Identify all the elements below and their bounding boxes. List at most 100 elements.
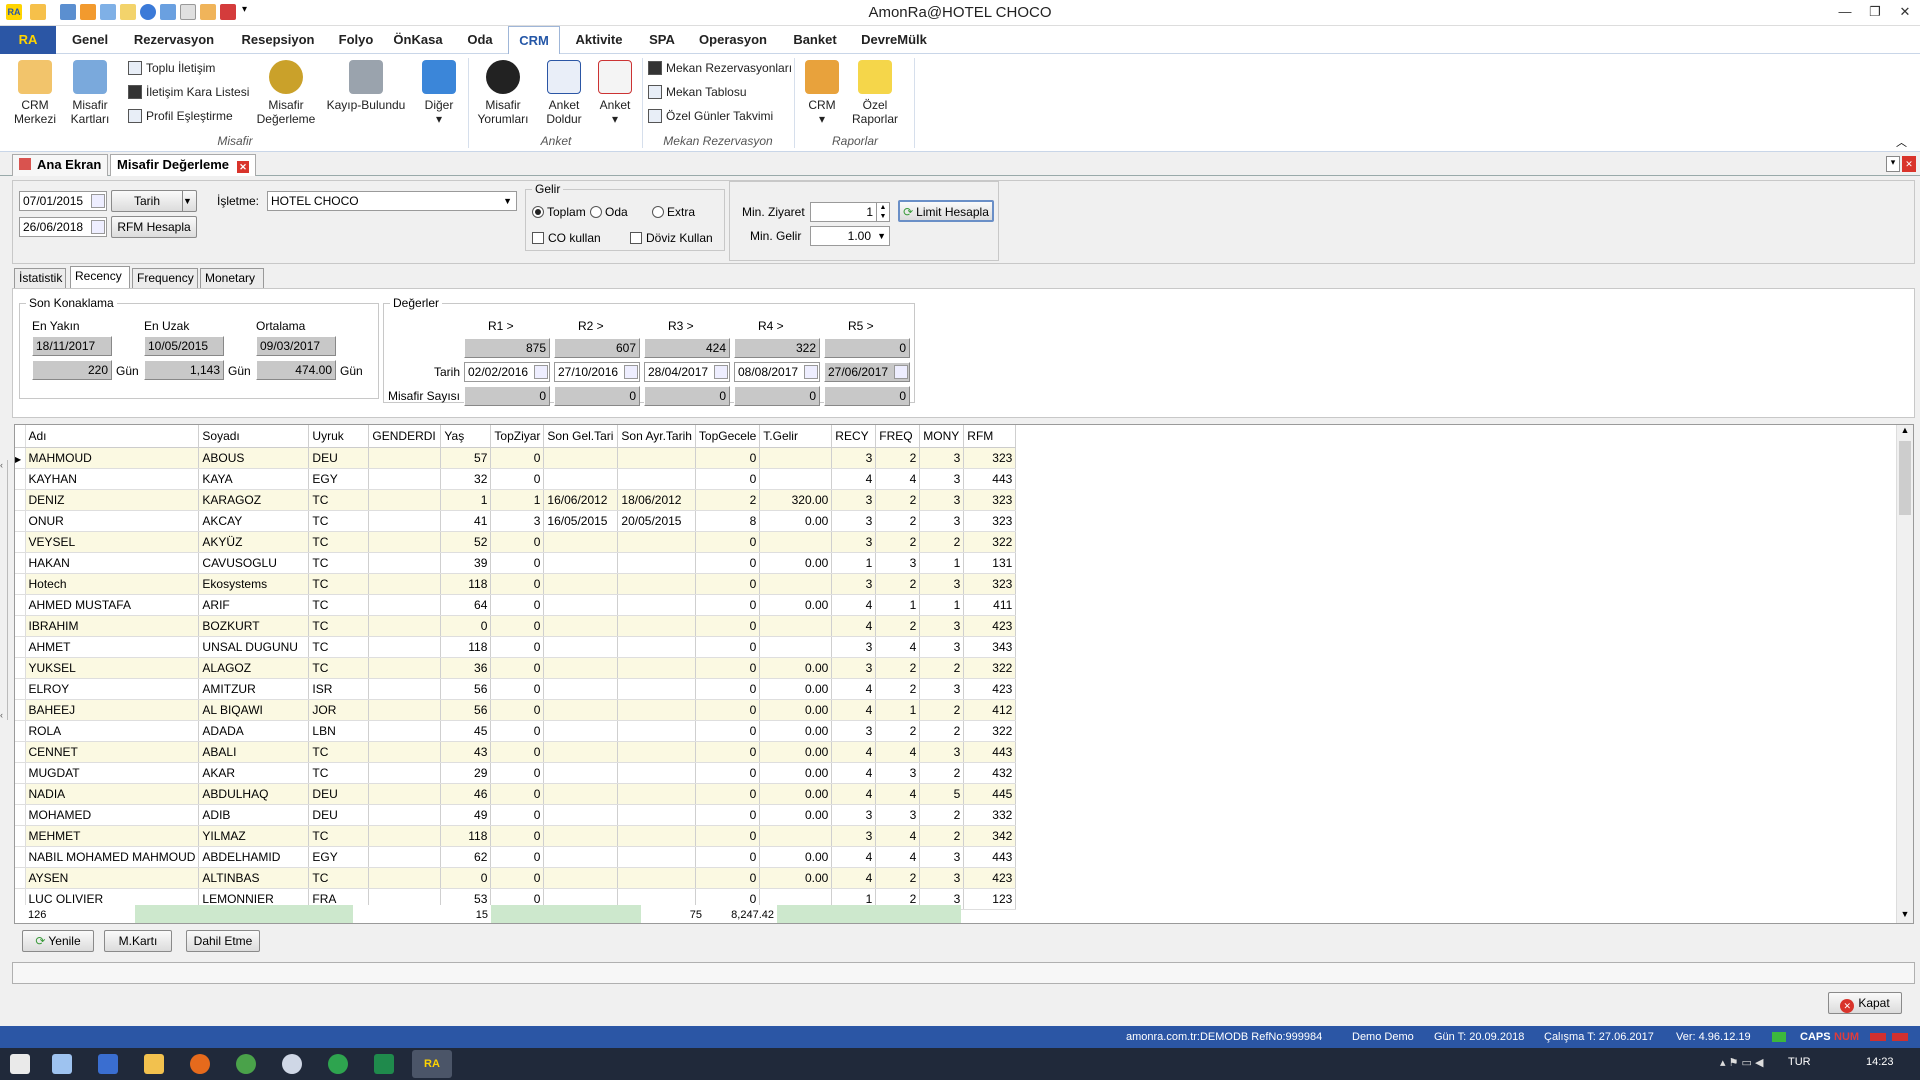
table-cell[interactable] xyxy=(543,867,619,889)
toplu-iletisim-button[interactable]: Toplu İletişim xyxy=(128,58,215,78)
table-cell[interactable]: ABDULHAQ xyxy=(198,783,310,805)
table-cell[interactable] xyxy=(368,447,442,469)
table-cell[interactable] xyxy=(759,615,833,637)
table-cell[interactable] xyxy=(543,741,619,763)
row-indicator[interactable] xyxy=(15,762,26,784)
table-cell[interactable]: 0 xyxy=(695,762,761,784)
table-cell[interactable]: 45 xyxy=(440,720,492,742)
table-cell[interactable]: 0.00 xyxy=(759,867,833,889)
table-cell[interactable]: 0.00 xyxy=(759,699,833,721)
language-indicator[interactable]: TUR xyxy=(1788,1056,1811,1068)
table-cell[interactable]: 0 xyxy=(695,447,761,469)
table-cell[interactable]: AYSEN xyxy=(25,867,200,889)
table-cell[interactable]: 0 xyxy=(490,678,545,700)
diger-button[interactable]: Diğer ▾ xyxy=(414,60,464,126)
table-cell[interactable]: 0.00 xyxy=(759,678,833,700)
table-cell[interactable]: TC xyxy=(308,594,370,616)
restore-button[interactable]: ❐ xyxy=(1860,2,1890,22)
table-cell[interactable]: ARIF xyxy=(198,594,310,616)
row-indicator[interactable] xyxy=(15,594,26,616)
table-row[interactable]: AYSEN ALTINBAS TC 0 0 0 0.00 4 2 3 423 xyxy=(15,867,1017,889)
table-cell[interactable] xyxy=(617,447,696,469)
folder-icon[interactable] xyxy=(144,1054,164,1074)
menu-banket[interactable]: Banket xyxy=(786,26,844,54)
table-cell[interactable]: 412 xyxy=(963,699,1017,721)
table-cell[interactable]: YUKSEL xyxy=(25,657,200,679)
table-cell[interactable]: 2 xyxy=(875,615,921,637)
mekan-rezervasyonlari-button[interactable]: Mekan Rezervasyonları xyxy=(648,58,792,78)
table-cell[interactable] xyxy=(759,447,833,469)
table-row[interactable]: Hotech Ekosystems TC 118 0 0 3 2 3 323 xyxy=(15,573,1017,595)
table-row[interactable]: ROLA ADADA LBN 45 0 0 0.00 3 2 2 322 xyxy=(15,720,1017,742)
tab-ana-ekran[interactable]: Ana Ekran xyxy=(12,154,109,176)
column-header[interactable]: Uyruk xyxy=(308,425,370,448)
table-cell[interactable]: TC xyxy=(308,573,370,595)
menu-crm[interactable]: CRM xyxy=(508,26,560,55)
table-cell[interactable]: 49 xyxy=(440,804,492,826)
table-cell[interactable]: 0 xyxy=(695,825,761,847)
table-cell[interactable]: 0.00 xyxy=(759,846,833,868)
table-cell[interactable] xyxy=(543,720,619,742)
row-indicator[interactable] xyxy=(15,804,26,826)
table-cell[interactable] xyxy=(368,615,442,637)
isletme-select[interactable]: HOTEL CHOCO ▼ xyxy=(267,191,517,211)
start-icon[interactable] xyxy=(10,1054,30,1074)
table-cell[interactable]: 1 xyxy=(875,594,921,616)
table-cell[interactable]: 2 xyxy=(919,762,965,784)
table-cell[interactable]: 4 xyxy=(875,825,921,847)
table-row[interactable]: MEHMET YILMAZ TC 118 0 0 3 4 2 342 xyxy=(15,825,1017,847)
menu-spa[interactable]: SPA xyxy=(640,26,684,54)
min-gelir-select[interactable]: 1.00 ▼ xyxy=(810,226,890,246)
row-indicator[interactable] xyxy=(15,657,26,679)
menu-onkasa[interactable]: ÖnKasa xyxy=(386,26,450,54)
table-cell[interactable]: TC xyxy=(308,741,370,763)
table-cell[interactable]: 4 xyxy=(831,615,877,637)
dahil-etme-button[interactable]: Dahil Etme xyxy=(186,930,260,952)
table-cell[interactable]: 1 xyxy=(490,489,545,511)
table-cell[interactable]: 0 xyxy=(695,573,761,595)
column-header[interactable]: FREQ xyxy=(875,425,921,448)
table-cell[interactable]: MAHMOUD xyxy=(25,447,200,469)
table-cell[interactable]: 0.00 xyxy=(759,657,833,679)
table-cell[interactable] xyxy=(368,783,442,805)
table-cell[interactable]: 3 xyxy=(919,573,965,595)
table-cell[interactable]: 342 xyxy=(963,825,1017,847)
table-cell[interactable]: 8 xyxy=(695,510,761,532)
table-cell[interactable]: LBN xyxy=(308,720,370,742)
table-cell[interactable]: 3 xyxy=(831,489,877,511)
table-cell[interactable]: 131 xyxy=(963,552,1017,574)
table-cell[interactable] xyxy=(543,636,619,658)
table-cell[interactable]: NABIL MOHAMED MAHMOUD xyxy=(25,846,200,868)
table-row[interactable]: BAHEEJ AL BIQAWI JOR 56 0 0 0.00 4 1 2 412 xyxy=(15,699,1017,721)
table-cell[interactable]: 0 xyxy=(490,804,545,826)
table-cell[interactable] xyxy=(543,468,619,490)
table-cell[interactable]: 118 xyxy=(440,825,492,847)
table-cell[interactable]: 0 xyxy=(695,783,761,805)
table-cell[interactable]: AHMET xyxy=(25,636,200,658)
table-row[interactable]: NABIL MOHAMED MAHMOUD ABDELHAMID EGY 62 0 0 0.… xyxy=(15,846,1017,868)
table-cell[interactable]: JOR xyxy=(308,699,370,721)
table-cell[interactable]: 323 xyxy=(963,447,1017,469)
table-cell[interactable] xyxy=(368,636,442,658)
table-cell[interactable] xyxy=(543,783,619,805)
table-cell[interactable]: 32 xyxy=(440,468,492,490)
table-cell[interactable] xyxy=(543,657,619,679)
table-cell[interactable]: 16/06/2012 xyxy=(543,489,619,511)
table-cell[interactable] xyxy=(617,657,696,679)
row-indicator[interactable] xyxy=(15,825,26,847)
table-cell[interactable]: 3 xyxy=(919,846,965,868)
table-cell[interactable]: TC xyxy=(308,552,370,574)
table-cell[interactable] xyxy=(368,825,442,847)
iletisim-kara-listesi-button[interactable]: İletişim Kara Listesi xyxy=(128,82,249,102)
table-cell[interactable]: 4 xyxy=(831,762,877,784)
table-cell[interactable] xyxy=(617,846,696,868)
table-cell[interactable]: TC xyxy=(308,825,370,847)
date-from-input[interactable]: 07/01/2015 xyxy=(19,191,107,211)
row-indicator[interactable]: ▶ xyxy=(15,447,26,469)
table-cell[interactable]: AKYÜZ xyxy=(198,531,310,553)
table-cell[interactable]: 3 xyxy=(831,804,877,826)
table-cell[interactable] xyxy=(617,678,696,700)
menu-genel[interactable]: Genel xyxy=(62,26,118,54)
collapse-ribbon-icon[interactable]: ︿ xyxy=(1896,134,1907,150)
r4-date-input[interactable]: 08/08/2017 xyxy=(734,362,820,382)
